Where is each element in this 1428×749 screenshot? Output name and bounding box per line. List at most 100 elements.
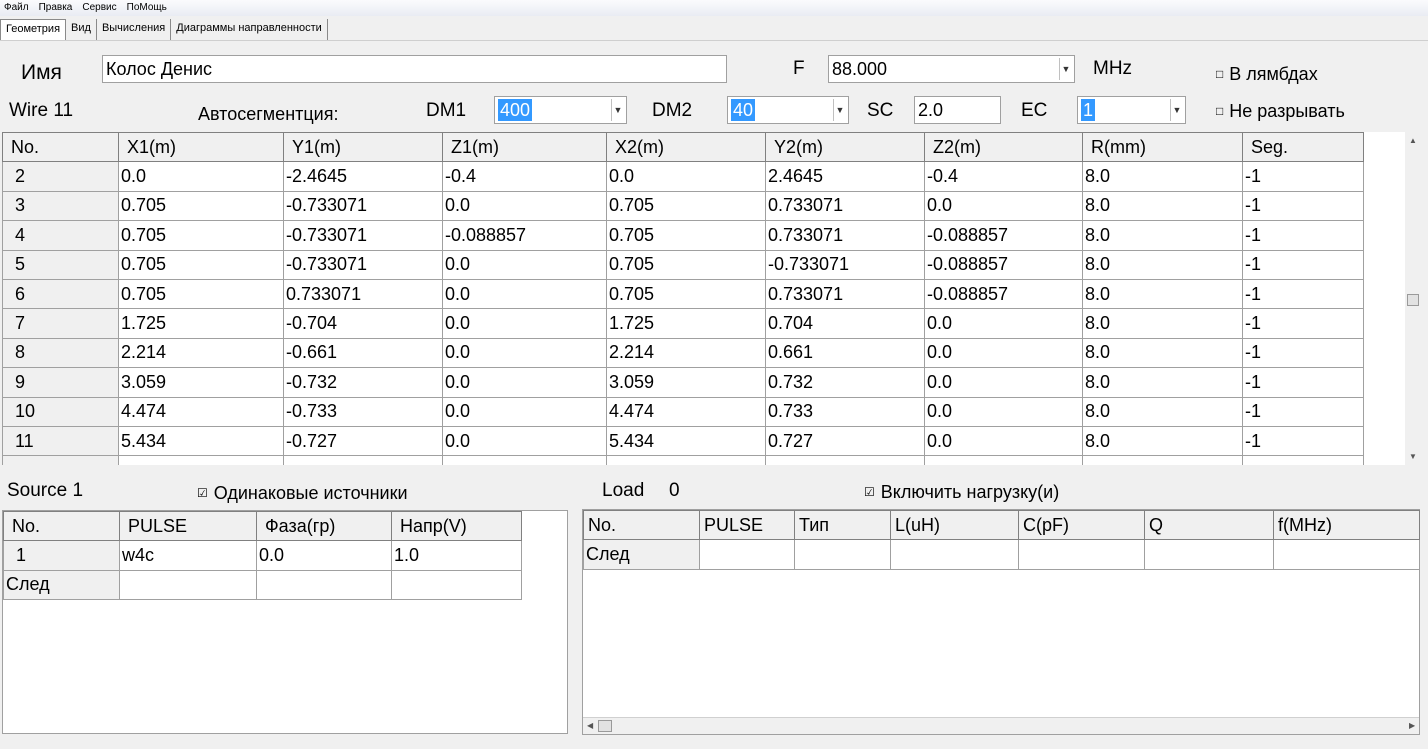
col-header[interactable]: Тип <box>794 509 891 541</box>
table-cell[interactable]: 0.0 <box>442 190 607 222</box>
table-cell[interactable]: -1 <box>1242 220 1364 251</box>
table-cell[interactable]: 1.0 <box>391 540 522 571</box>
table-cell[interactable]: 8.0 <box>1082 220 1243 251</box>
table-cell[interactable]: 1.725 <box>118 308 284 339</box>
table-cell[interactable]: -0.733071 <box>283 220 443 251</box>
col-header[interactable]: PULSE <box>699 509 795 541</box>
table-cell[interactable] <box>119 569 257 601</box>
row-number[interactable]: 6 <box>2 278 119 310</box>
ec-combo[interactable]: 1 ▼ <box>1077 96 1186 124</box>
col-header[interactable]: No. <box>3 510 120 542</box>
table-cell[interactable]: 0.0 <box>442 249 607 280</box>
menu-edit[interactable]: Правка <box>39 0 73 16</box>
row-number[interactable]: 8 <box>2 337 119 369</box>
table-cell[interactable]: 3.059 <box>118 367 284 398</box>
table-cell[interactable]: 5.434 <box>118 425 284 457</box>
table-cell[interactable]: 0.0 <box>924 425 1083 457</box>
col-header[interactable]: No. <box>583 509 700 541</box>
table-cell[interactable]: 0.0 <box>924 396 1083 427</box>
table-cell[interactable]: 0.0 <box>442 337 607 369</box>
col-header[interactable]: Z2(m) <box>924 132 1083 163</box>
table-cell[interactable]: 0.661 <box>765 337 925 369</box>
next-row-label[interactable]: След <box>3 569 120 601</box>
table-cell[interactable]: 0.0 <box>442 396 607 427</box>
table-cell[interactable] <box>699 539 795 570</box>
menu-file[interactable]: Файл <box>4 0 29 16</box>
table-row[interactable]: 6 0.705 0.733071 0.0 0.705 0.733071 -0.088857 8… <box>2 278 1364 310</box>
col-header[interactable]: Фаза(гр) <box>256 510 392 542</box>
chevron-down-icon[interactable]: ▼ <box>1059 58 1072 80</box>
table-cell[interactable]: -0.088857 <box>442 220 607 251</box>
table-cell[interactable]: 8.0 <box>1082 337 1243 369</box>
table-cell[interactable]: 0.733 <box>765 396 925 427</box>
scroll-left-icon[interactable]: ◀ <box>587 721 593 730</box>
table-cell[interactable]: -1 <box>1242 308 1364 339</box>
table-cell[interactable]: 0.733071 <box>765 220 925 251</box>
col-header[interactable]: L(uH) <box>890 509 1019 541</box>
load-table-hscrollbar[interactable]: ◀ ▶ <box>583 717 1419 734</box>
table-cell[interactable]: 0.0 <box>924 367 1083 398</box>
table-cell[interactable]: 8.0 <box>1082 190 1243 222</box>
table-cell[interactable]: 0.733071 <box>765 190 925 222</box>
col-header[interactable]: No. <box>2 132 119 163</box>
scroll-right-icon[interactable]: ▶ <box>1409 721 1415 730</box>
table-cell[interactable]: 0.727 <box>765 425 925 457</box>
table-cell[interactable]: -0.727 <box>283 425 443 457</box>
table-cell[interactable]: 0.0 <box>442 425 607 457</box>
row-number[interactable]: 7 <box>2 308 119 339</box>
table-cell[interactable]: -0.088857 <box>924 278 1083 310</box>
table-cell[interactable]: 0.733071 <box>283 278 443 310</box>
table-cell[interactable]: 0.0 <box>442 278 607 310</box>
same-sources-checkbox[interactable]: ☑ Одинаковые источники <box>197 483 408 504</box>
table-cell[interactable]: 0.705 <box>606 249 766 280</box>
menu-help[interactable]: ПоМощь <box>127 0 167 16</box>
col-header[interactable]: PULSE <box>119 510 257 542</box>
table-row[interactable]: 11 5.434 -0.727 0.0 5.434 0.727 0.0 8.0 -1 <box>2 425 1364 457</box>
table-cell[interactable]: 0.0 <box>442 308 607 339</box>
table-cell[interactable]: 2.214 <box>118 337 284 369</box>
table-cell[interactable] <box>1018 539 1145 570</box>
table-cell[interactable]: 0.705 <box>118 278 284 310</box>
frequency-combo[interactable]: 88.000 ▼ <box>828 55 1075 83</box>
table-cell[interactable]: -1 <box>1242 161 1364 192</box>
table-cell[interactable]: 8.0 <box>1082 367 1243 398</box>
row-number[interactable]: 3 <box>2 190 119 222</box>
table-row[interactable]: 7 1.725 -0.704 0.0 1.725 0.704 0.0 8.0 -1 <box>2 308 1364 339</box>
tab-geometry[interactable]: Геометрия <box>0 19 67 40</box>
dm2-combo[interactable]: 40 ▼ <box>727 96 849 124</box>
sc-input[interactable]: 2.0 <box>914 96 1001 124</box>
table-cell[interactable]: -1 <box>1242 425 1364 457</box>
table-cell[interactable]: -1 <box>1242 190 1364 222</box>
table-cell[interactable]: -2.4645 <box>283 161 443 192</box>
table-cell[interactable]: -0.733071 <box>765 249 925 280</box>
row-number[interactable]: 11 <box>2 425 119 457</box>
row-number[interactable]: 1 <box>3 540 120 571</box>
table-cell[interactable] <box>1242 455 1364 465</box>
scroll-thumb[interactable] <box>598 720 612 732</box>
tab-view[interactable]: Вид <box>66 19 97 40</box>
table-cell[interactable]: 4.474 <box>118 396 284 427</box>
table-cell[interactable]: -0.088857 <box>924 249 1083 280</box>
col-header[interactable]: f(MHz) <box>1273 509 1420 541</box>
table-cell[interactable] <box>606 455 766 465</box>
table-row[interactable]: 2 0.0 -2.4645 -0.4 0.0 2.4645 -0.4 8.0 -1 <box>2 161 1364 192</box>
table-cell[interactable]: 0.0 <box>442 367 607 398</box>
col-header[interactable]: Seg. <box>1242 132 1364 163</box>
table-cell[interactable]: -0.733071 <box>283 249 443 280</box>
table-cell[interactable]: 2.214 <box>606 337 766 369</box>
include-load-checkbox[interactable]: ☑ Включить нагрузку(и) <box>864 482 1059 503</box>
table-cell[interactable]: -0.661 <box>283 337 443 369</box>
table-cell[interactable] <box>442 455 607 465</box>
table-cell[interactable]: 0.0 <box>606 161 766 192</box>
table-cell[interactable]: 0.704 <box>765 308 925 339</box>
menu-service[interactable]: Сервис <box>82 0 116 16</box>
table-cell[interactable]: 4.474 <box>606 396 766 427</box>
table-cell[interactable] <box>794 539 891 570</box>
table-cell[interactable]: 0.705 <box>118 220 284 251</box>
table-cell[interactable] <box>1144 539 1274 570</box>
table-cell[interactable]: 0.0 <box>924 190 1083 222</box>
table-cell[interactable]: 8.0 <box>1082 308 1243 339</box>
tab-patterns[interactable]: Диаграммы направленности <box>171 19 328 40</box>
scroll-thumb[interactable] <box>1407 294 1419 306</box>
table-cell[interactable]: w4c <box>119 540 257 571</box>
